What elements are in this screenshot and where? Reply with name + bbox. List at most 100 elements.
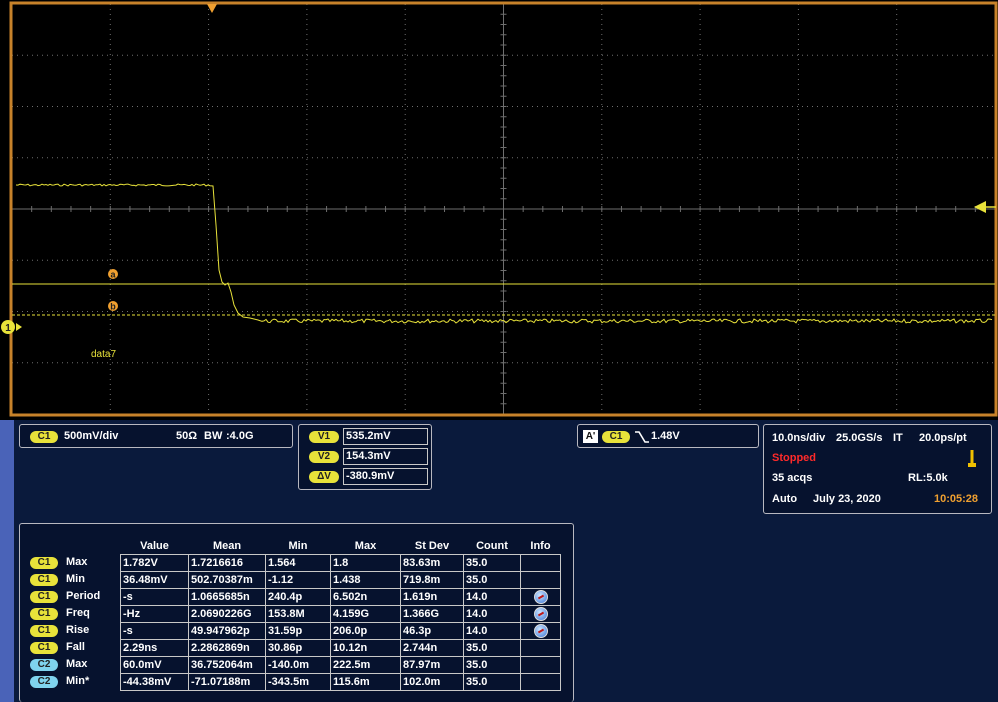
table-row[interactable]: -44.38mV -71.07188m -343.5m 115.6m 102.0m 35.… — [120, 673, 561, 691]
measurement-mean: 502.70387m — [188, 571, 266, 589]
measurement-mean: 2.2862869n — [188, 639, 266, 657]
measurement-max: 6.502n — [330, 588, 401, 606]
cursor-row: ΔV -380.9mV — [299, 468, 429, 485]
measurement-min: 153.8M — [265, 605, 331, 623]
measurement-mean: 1.0665685n — [188, 588, 266, 606]
measurements-table: Value Mean Min Max St Dev Count Info 1.782V 1.7… — [120, 537, 561, 691]
measurement-min: 240.4p — [265, 588, 331, 606]
oscilloscope-window: a b 1 data7 C1 500mV/div 50Ω BW :4.0G V1… — [0, 0, 998, 702]
cursor-value: 154.3mV — [343, 448, 428, 465]
measurement-max: 206.0p — [330, 622, 401, 640]
warning-info-icon[interactable] — [533, 590, 548, 604]
table-row[interactable]: 2.29ns 2.2862869n 30.86p 10.12n 2.744n 35.0 — [120, 639, 561, 657]
trigger-level: 1.48V — [651, 430, 680, 442]
measurement-stdev: 2.744n — [400, 639, 464, 657]
sample-rate: 25.0GS/s — [836, 432, 883, 444]
warning-info-icon[interactable] — [533, 624, 548, 638]
acquisition-status: Stopped — [772, 452, 816, 464]
measurement-info[interactable] — [520, 622, 561, 640]
channel-1-badge: C1 — [30, 431, 58, 443]
trigger-mode-badge: A' — [583, 430, 598, 443]
measurement-mean: -71.07188m — [188, 673, 266, 691]
time-resolution: 20.0ps/pt — [919, 432, 967, 444]
trigger-mode: Auto — [772, 493, 798, 505]
channel-1-bandwidth: :4.0G — [226, 430, 254, 442]
acquisition-date: July 23, 2020 — [813, 493, 881, 505]
measurement-mean: 49.947962p — [188, 622, 266, 640]
measurement-count: 14.0 — [463, 605, 521, 623]
trigger-channel-badge: C1 — [602, 431, 630, 443]
measurement-name: Max — [66, 556, 88, 568]
table-row[interactable]: 60.0mV 36.752064m -140.0m 222.5m 87.97m 35.0 — [120, 656, 561, 674]
measurement-channel-badge: C1 — [30, 608, 58, 620]
cursor-badge: V2 — [309, 451, 339, 463]
acquisition-time: 10:05:28 — [934, 493, 979, 505]
measurement-channel-badge: C2 — [30, 659, 58, 671]
measurement-value: 36.48mV — [120, 571, 189, 589]
measurement-name: Freq — [66, 607, 90, 619]
horizontal-acquisition-panel[interactable]: 10.0ns/div 25.0GS/s IT 20.0ps/pt Stopped… — [763, 424, 992, 514]
measurement-name: Max — [66, 658, 88, 670]
measurement-count: 35.0 — [463, 554, 521, 572]
measurement-count: 35.0 — [463, 639, 521, 657]
measurement-count: 14.0 — [463, 588, 521, 606]
measurement-stdev: 1.619n — [400, 588, 464, 606]
measurement-count: 14.0 — [463, 622, 521, 640]
measurement-info — [520, 571, 561, 589]
measurement-info[interactable] — [520, 605, 561, 623]
channel-1-panel[interactable]: C1 500mV/div 50Ω BW :4.0G — [19, 424, 293, 448]
warning-info-icon[interactable] — [533, 607, 548, 621]
measurement-min: -140.0m — [265, 656, 331, 674]
table-row[interactable]: -Hz 2.0690226G 153.8M 4.159G 1.366G 14.0 — [120, 605, 561, 623]
measurement-max: 1.8 — [330, 554, 401, 572]
column-header: Min — [288, 539, 308, 552]
measurement-value: 2.29ns — [120, 639, 189, 657]
table-row[interactable]: 36.48mV 502.70387m -1.12 1.438 719.8m 35.0 — [120, 571, 561, 589]
table-row[interactable]: 1.782V 1.7216616 1.564 1.8 83.63m 35.0 — [120, 554, 561, 572]
measurement-min: -343.5m — [265, 673, 331, 691]
measurement-stdev: 87.97m — [400, 656, 464, 674]
measurement-min: 31.59p — [265, 622, 331, 640]
measurement-channel-badge: C1 — [30, 557, 58, 569]
measurement-stdev: 83.63m — [400, 554, 464, 572]
trigger-indicator-icon — [968, 450, 976, 467]
measurement-count: 35.0 — [463, 656, 521, 674]
cursor-value: 535.2mV — [343, 428, 428, 445]
measurement-channel-badge: C1 — [30, 642, 58, 654]
waveform-display[interactable]: a b 1 data7 — [0, 0, 998, 420]
measurement-channel-badge: C1 — [30, 574, 58, 586]
measurement-info[interactable] — [520, 588, 561, 606]
cursor-row: V1 535.2mV — [299, 428, 429, 445]
column-header: St Dev — [414, 539, 450, 552]
measurement-channel-badge: C1 — [30, 625, 58, 637]
measurement-max: 4.159G — [330, 605, 401, 623]
acquisition-mode: IT — [893, 432, 903, 444]
measurement-value: -s — [120, 588, 189, 606]
cursor-b-label: b — [110, 302, 116, 312]
left-edge-strip — [0, 420, 14, 702]
channel-1-marker-label: 1 — [5, 323, 11, 334]
measurement-value: -44.38mV — [120, 673, 189, 691]
table-row[interactable]: -s 1.0665685n 240.4p 6.502n 1.619n 14.0 — [120, 588, 561, 606]
record-length: RL:5.0k — [908, 472, 948, 484]
trigger-panel[interactable]: A' C1 1.48V — [577, 424, 759, 448]
table-row[interactable]: -s 49.947962p 31.59p 206.0p 46.3p 14.0 — [120, 622, 561, 640]
measurement-max: 222.5m — [330, 656, 401, 674]
cursor-readout-panel[interactable]: V1 535.2mV V2 154.3mV ΔV -380.9mV — [298, 424, 432, 490]
measurement-info — [520, 639, 561, 657]
cursor-row: V2 154.3mV — [299, 448, 429, 465]
measurement-min: 1.564 — [265, 554, 331, 572]
measurements-panel[interactable]: C1 Max C1 Min C1 Period C1 Freq C1 Rise C1 Fall C2 Ma… — [19, 523, 574, 702]
cursor-badge: ΔV — [309, 471, 339, 483]
measurement-info — [520, 673, 561, 691]
measurement-stdev: 102.0m — [400, 673, 464, 691]
column-header: Info — [530, 539, 551, 552]
cursor-badge: V1 — [309, 431, 339, 443]
channel-1-bw-label: BW — [204, 430, 223, 442]
measurement-value: -s — [120, 622, 189, 640]
measurement-value: 1.782V — [120, 554, 189, 572]
measurement-name: Rise — [66, 624, 90, 636]
measurement-name: Min* — [66, 675, 90, 687]
acquisition-count: 35 acqs — [772, 472, 813, 484]
measurement-channel-badge: C2 — [30, 676, 58, 688]
